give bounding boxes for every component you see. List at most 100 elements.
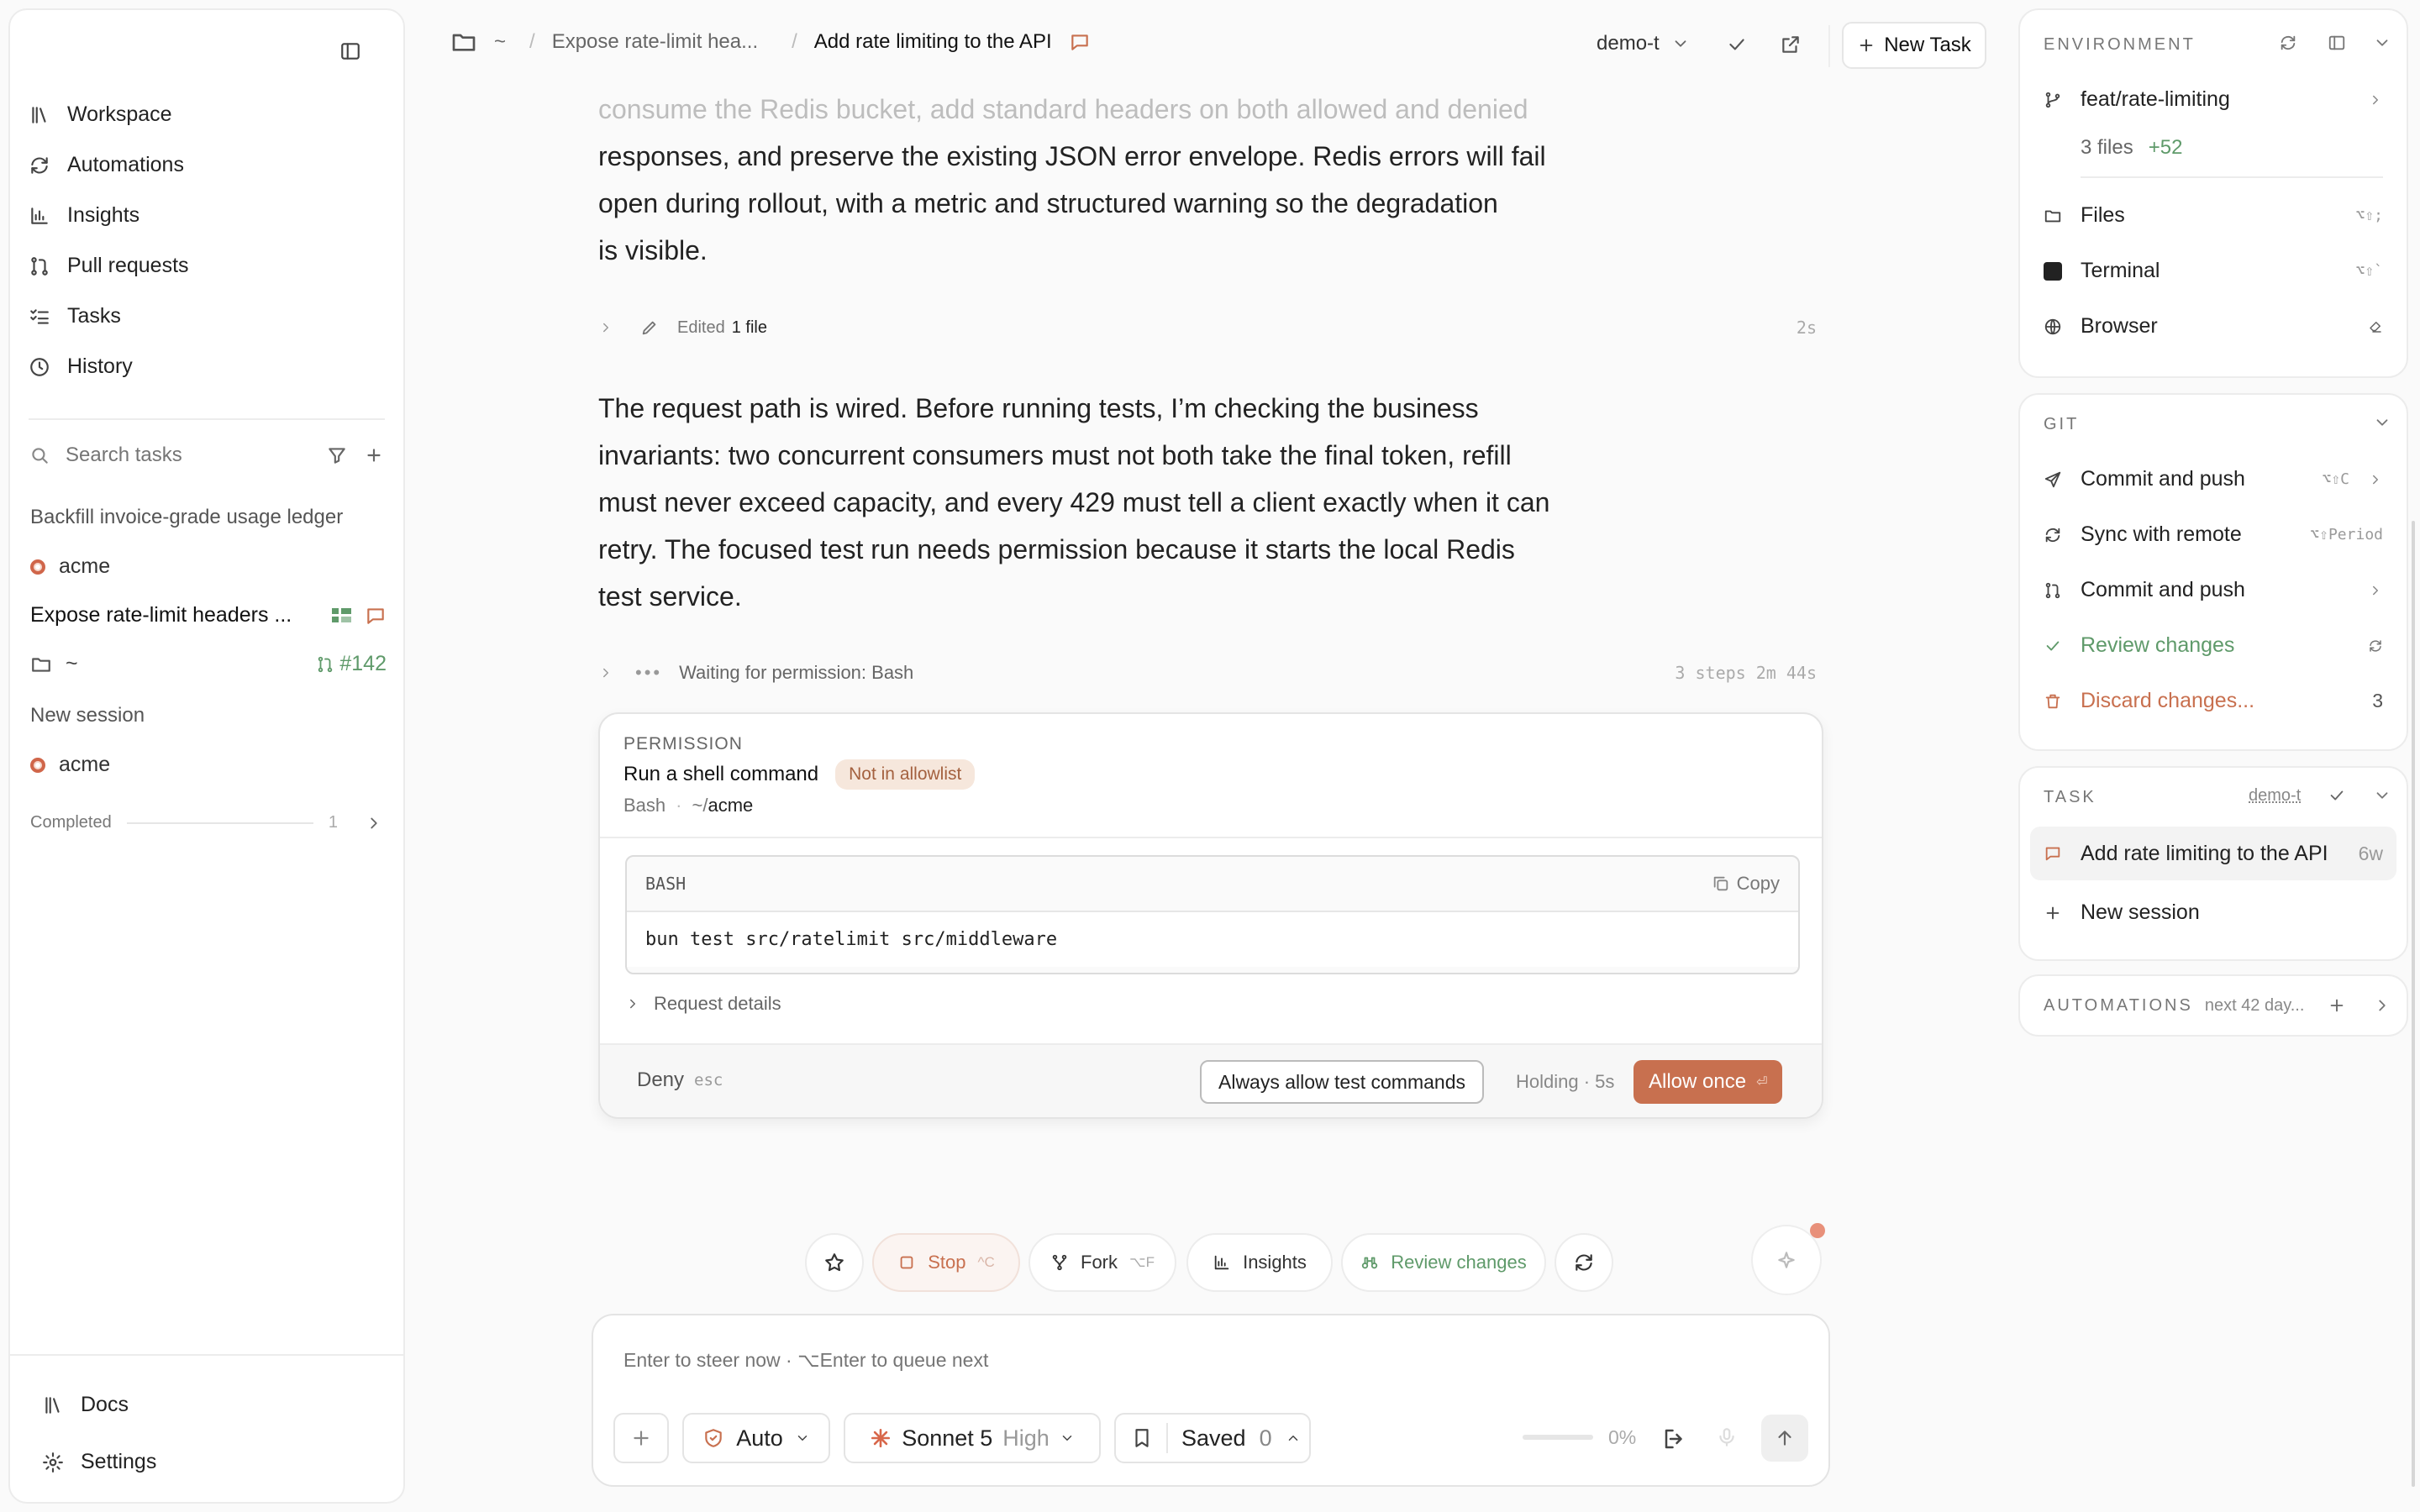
chart-icon: [1214, 1255, 1229, 1270]
completed-count: 1: [328, 813, 338, 832]
terminal-shortcut: ⌥⇧`: [2355, 262, 2383, 280]
message-line: The request path is wired. Before runnin…: [598, 393, 1479, 423]
new-session-row[interactable]: New session: [2044, 900, 2383, 925]
completed-group[interactable]: Completed 1: [30, 813, 383, 832]
left-sidebar: Workspace Automations Insights Pull requ…: [8, 8, 405, 1504]
send-button[interactable]: [1761, 1415, 1808, 1462]
branch-select[interactable]: demo-t: [1597, 32, 1690, 55]
nav-automations[interactable]: Automations: [29, 153, 184, 177]
branch-row[interactable]: feat/rate-limiting: [2044, 87, 2383, 112]
docs-link[interactable]: Docs: [42, 1393, 129, 1417]
chevron-right-icon[interactable]: [2373, 996, 2391, 1015]
fork-button[interactable]: Fork ⌥F: [1028, 1233, 1176, 1292]
pr-link[interactable]: #142: [316, 652, 387, 676]
task-item-backfill[interactable]: Backfill invoice-grade usage ledger: [30, 506, 343, 529]
crumb-parent[interactable]: Expose rate-limit hea...: [552, 30, 758, 54]
check-icon[interactable]: [2328, 786, 2346, 805]
task-item-age: 6w: [2358, 842, 2383, 864]
new-task-label: New Task: [1884, 34, 1971, 56]
task-tag[interactable]: demo-t: [2249, 786, 2301, 806]
search-tasks[interactable]: [29, 437, 390, 474]
waiting-step[interactable]: ••• Waiting for permission: Bash 3 steps…: [598, 662, 1817, 684]
assistant-message: consume the Redis bucket, add standard h…: [598, 86, 1556, 274]
terminal-row[interactable]: Terminal ⌥⇧`: [2044, 259, 2383, 283]
message-line: must never exceed capacity, and every 42…: [598, 487, 1550, 517]
request-details-toggle[interactable]: Request details: [625, 993, 781, 1015]
chevron-down-icon[interactable]: [2373, 413, 2391, 432]
insights-button[interactable]: Insights: [1186, 1233, 1333, 1292]
context-progress: [1523, 1435, 1593, 1440]
shield-icon: [705, 1429, 722, 1447]
sidebar-toggle-icon[interactable]: [339, 40, 361, 62]
panel-layout-icon[interactable]: [2328, 34, 2346, 52]
tool-path: ~/acme: [692, 795, 753, 816]
edited-file-step[interactable]: Edited 1 file 2s: [598, 318, 1817, 338]
nav-history[interactable]: History: [29, 354, 133, 379]
refresh-button[interactable]: [1555, 1233, 1613, 1292]
task-header: TASK: [2044, 788, 2096, 806]
refresh-icon: [2370, 639, 2381, 652]
folder-icon[interactable]: [450, 29, 477, 55]
exit-icon[interactable]: [1662, 1426, 1687, 1452]
check-icon[interactable]: [1726, 34, 1748, 55]
git-header: GIT: [2044, 415, 2080, 433]
composer-input[interactable]: [623, 1349, 1716, 1383]
pencil-icon: [642, 321, 656, 335]
scrollbar[interactable]: [2412, 521, 2415, 1487]
message-line: retry. The focused test run needs permis…: [598, 534, 1515, 564]
always-allow-button[interactable]: Always allow test commands: [1200, 1060, 1484, 1104]
allow-once-button[interactable]: Allow once ⏎: [1634, 1060, 1783, 1104]
saved-select[interactable]: Saved 0: [1114, 1413, 1311, 1463]
refresh-icon[interactable]: [2279, 34, 2297, 52]
waiting-text: Waiting for permission: Bash: [679, 662, 914, 683]
filter-icon[interactable]: [326, 444, 348, 466]
chat-icon: [2045, 847, 2060, 861]
model-select[interactable]: Sonnet 5 High: [844, 1413, 1101, 1463]
task-item-new-session[interactable]: New session: [30, 704, 145, 727]
search-input[interactable]: [66, 444, 301, 467]
task-title: Expose rate-limit headers ...: [30, 603, 292, 627]
task-item-expose-headers[interactable]: Expose rate-limit headers ...: [30, 603, 387, 627]
nav-pull-requests[interactable]: Pull requests: [29, 254, 189, 278]
enter-key-icon: ⏎: [1756, 1075, 1768, 1089]
permission-title-row: Run a shell command Not in allowlist: [623, 759, 976, 790]
chevron-down-icon[interactable]: [2373, 34, 2391, 52]
mode-select[interactable]: Auto: [682, 1413, 830, 1463]
crumb-home[interactable]: ~: [494, 30, 506, 54]
new-task-button[interactable]: New Task: [1842, 22, 1986, 69]
stop-button[interactable]: Stop ^C: [872, 1233, 1020, 1292]
nav-workspace[interactable]: Workspace: [29, 102, 172, 127]
attach-button[interactable]: [613, 1413, 669, 1463]
review-changes-row[interactable]: Review changes: [2044, 633, 2383, 658]
external-link-icon[interactable]: [1780, 34, 1802, 55]
settings-link[interactable]: Settings: [42, 1450, 156, 1474]
chart-icon: [31, 207, 48, 224]
nav-insights[interactable]: Insights: [29, 203, 139, 228]
deny-button[interactable]: Deny esc: [637, 1068, 723, 1092]
assist-button[interactable]: [1751, 1223, 1825, 1295]
checklist-icon: [30, 308, 49, 324]
commit-push-row[interactable]: Commit and push ⌥⇧C: [2044, 467, 2383, 491]
message-line: test service.: [598, 581, 742, 612]
microphone-icon[interactable]: [1716, 1426, 1738, 1448]
discard-changes-row[interactable]: Discard changes... 3: [2044, 689, 2383, 713]
automations-panel[interactable]: AUTOMATIONS next 42 day...: [2018, 974, 2408, 1037]
nav-tasks[interactable]: Tasks: [29, 304, 121, 328]
plus-icon[interactable]: [2328, 996, 2346, 1015]
eraser-icon[interactable]: [2368, 319, 2383, 334]
copy-button[interactable]: Copy: [1712, 873, 1780, 895]
pull-request-icon: [318, 656, 333, 672]
permission-title: Run a shell command: [623, 763, 819, 785]
star-button[interactable]: [805, 1233, 864, 1292]
active-task-item[interactable]: Add rate limiting to the API 6w: [2030, 827, 2396, 880]
commit-push-row-2[interactable]: Commit and push: [2044, 578, 2383, 602]
nav-label: Insights: [67, 203, 140, 227]
review-changes-button[interactable]: Review changes: [1341, 1233, 1546, 1292]
chevron-down-icon: [797, 1436, 808, 1441]
check-icon: [2046, 641, 2060, 650]
files-row[interactable]: Files ⌥⇧;: [2044, 203, 2383, 228]
chevron-down-icon[interactable]: [2373, 786, 2391, 805]
browser-row[interactable]: Browser: [2044, 314, 2383, 339]
add-task-icon[interactable]: [363, 444, 385, 466]
sync-remote-row[interactable]: Sync with remote ⌥⇧Period: [2044, 522, 2383, 547]
